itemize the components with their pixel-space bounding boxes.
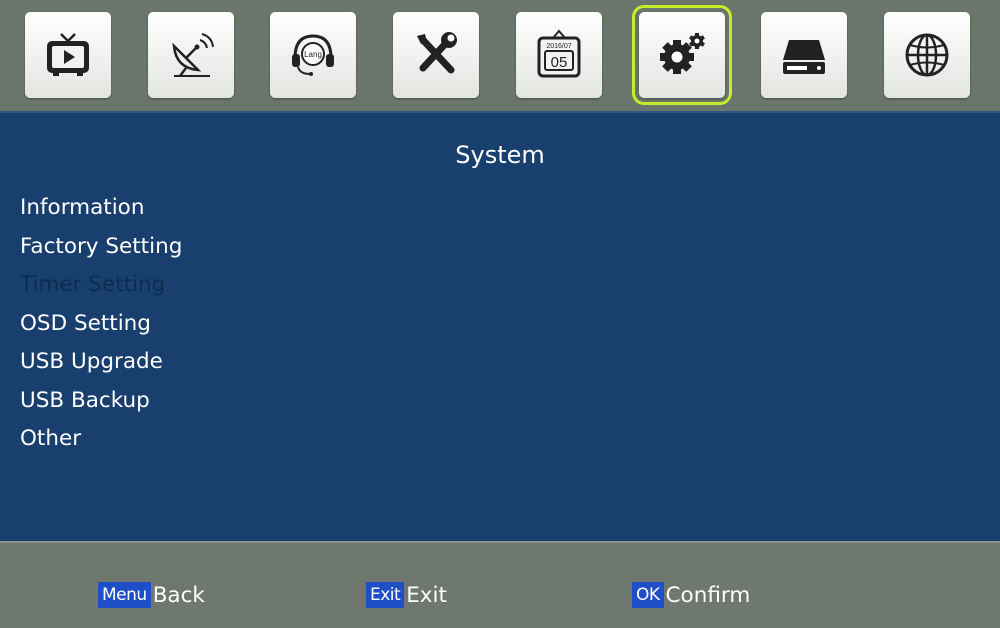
- system-panel: System Information Factory Setting Timer…: [0, 111, 1000, 541]
- tools-button[interactable]: [393, 12, 479, 98]
- language-button[interactable]: Lang: [270, 12, 356, 98]
- language-headset-icon: Lang: [292, 34, 334, 76]
- help-bar: Menu Back Exit Exit OK Confirm: [0, 541, 1000, 628]
- calendar-icon: 2016/07 05: [537, 29, 581, 78]
- menu-item-factory-setting[interactable]: Factory Setting: [20, 232, 182, 271]
- exit-hint[interactable]: Exit Exit: [366, 580, 447, 610]
- calendar-day: 05: [551, 54, 568, 71]
- confirm-label: Confirm: [665, 582, 751, 608]
- menu-item-other[interactable]: Other: [20, 424, 182, 463]
- satellite-button[interactable]: [148, 12, 234, 98]
- tools-icon: [417, 32, 457, 74]
- system-button[interactable]: [632, 5, 732, 105]
- confirm-hint[interactable]: OK Confirm: [632, 580, 750, 610]
- gears-icon: [660, 33, 705, 74]
- back-hint[interactable]: Menu Back: [98, 580, 205, 610]
- page-title: System: [455, 141, 545, 169]
- top-menu-bar: Lang 2016/07 05: [0, 0, 1000, 111]
- menu-key-badge: Menu: [98, 582, 151, 608]
- exit-key-badge: Exit: [366, 582, 405, 608]
- ok-key-badge: OK: [632, 582, 664, 608]
- menu-item-information[interactable]: Information: [20, 193, 182, 232]
- menu-item-osd-setting[interactable]: OSD Setting: [20, 309, 182, 348]
- tv-button[interactable]: [25, 12, 111, 98]
- hard-drive-icon: [783, 40, 825, 74]
- satellite-dish-icon: [172, 33, 214, 77]
- menu-item-usb-upgrade[interactable]: USB Upgrade: [20, 347, 182, 386]
- back-label: Back: [152, 582, 205, 608]
- network-button[interactable]: [884, 12, 970, 98]
- lang-text: Lang: [304, 50, 322, 59]
- tv-icon: [47, 33, 89, 76]
- menu-item-timer-setting: Timer Setting: [20, 272, 166, 297]
- menu-item-usb-backup[interactable]: USB Backup: [20, 386, 182, 425]
- exit-label: Exit: [406, 582, 447, 608]
- calendar-button[interactable]: 2016/07 05: [516, 12, 602, 98]
- storage-button[interactable]: [761, 12, 847, 98]
- globe-icon: [905, 33, 949, 77]
- calendar-month: 2016/07: [546, 43, 571, 50]
- system-menu: Information Factory Setting Timer Settin…: [20, 193, 182, 463]
